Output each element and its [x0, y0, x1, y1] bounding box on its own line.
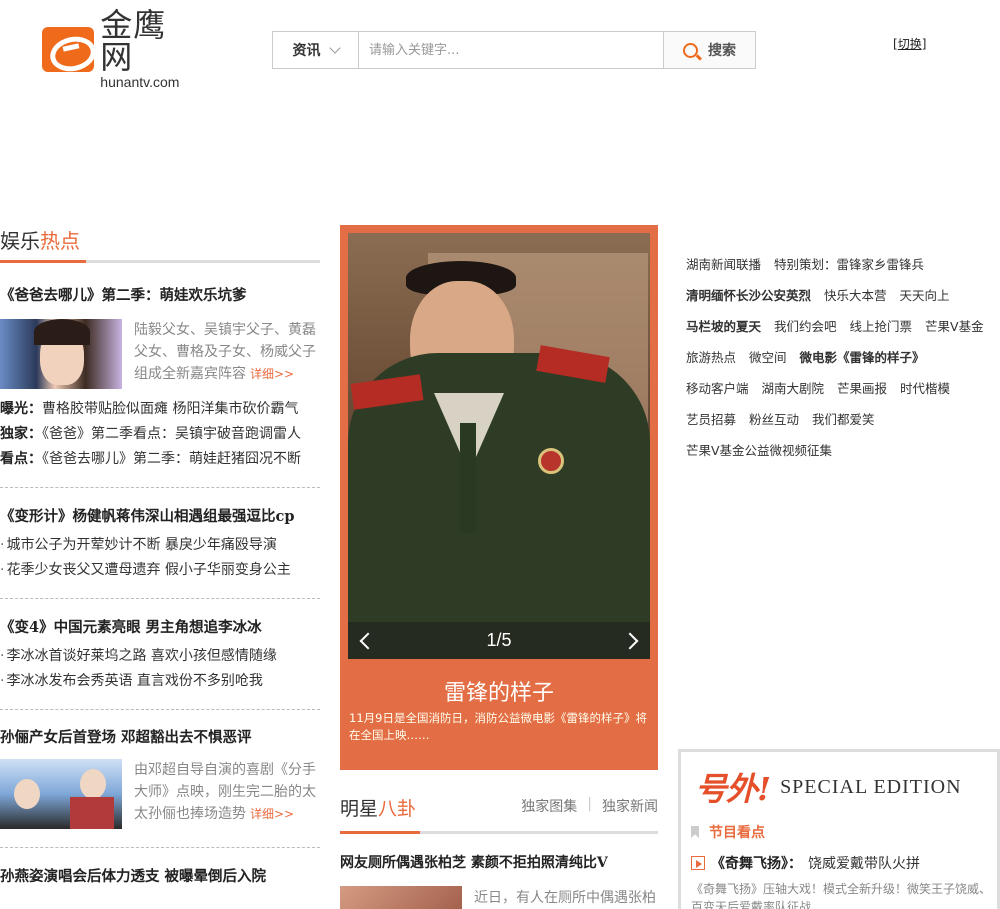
topic-link[interactable]: 我们约会吧 [774, 316, 837, 335]
tab-separator: | [587, 796, 592, 812]
list-item[interactable]: 曝光：曹格胶带贴脸似面瘫 杨阳洋集市砍价霸气 [0, 397, 320, 422]
topic-link[interactable]: 湖南新闻联播 [686, 254, 761, 273]
search-button[interactable]: 搜索 [663, 32, 755, 68]
tab-exclusive-gallery[interactable]: 独家图集 [521, 796, 577, 816]
news-thumbnail[interactable] [0, 319, 122, 389]
news-summary: 由邓超自导自演的喜剧《分手大师》点映，刚生完二胎的太太孙俪也捧场造势 详细>> [134, 762, 316, 822]
feature-title[interactable]: 雷锋的样子 [340, 675, 658, 707]
divider [0, 598, 320, 599]
chevron-down-icon [328, 42, 341, 54]
tab-exclusive-news[interactable]: 独家新闻 [602, 796, 658, 816]
topic-link[interactable]: 粉丝互动 [749, 409, 799, 428]
headline-link[interactable]: 孙燕姿演唱会后体力透支 被曝晕倒后入院 [0, 865, 320, 886]
topic-link[interactable]: 艺员招募 [686, 409, 736, 428]
bookmark-icon [691, 826, 699, 838]
news-thumbnail[interactable] [340, 886, 462, 909]
special-brand: 号外! [695, 770, 771, 808]
feature-carousel: 1/5 雷锋的样子 11月9日是全国消防日，消防公益微电影《雷锋的样子》将在全国… [340, 225, 658, 770]
topic-link[interactable]: 特别策划：雷锋家乡雷锋兵 [774, 254, 924, 273]
news-summary: 陆毅父女、吴镇宇父子、黄磊父女、曹格及子女、杨威父子组成全新嘉宾阵容 详细>> [134, 322, 316, 382]
chevron-left-icon[interactable] [359, 632, 377, 649]
divider [0, 487, 320, 488]
topic-link[interactable]: 线上抢门票 [850, 316, 913, 335]
slide-counter: 1/5 [486, 630, 512, 650]
logo-chinese: 金鹰网 [100, 6, 167, 76]
section-title-star-gossip: 明星八卦 [340, 798, 417, 820]
topic-tag-grid: 湖南新闻联播 特别策划：雷锋家乡雷锋兵 清明缅怀长沙公安英烈 快乐大本营 天天向上 马… [686, 248, 986, 465]
special-edition-panel: 号外! SPECIAL EDITION 节目看点 《奇舞飞扬》： 饶威爱戴带队火拼… [678, 749, 1000, 909]
news-summary: 近日，有人在厕所中偶遇张柏 [474, 890, 656, 906]
chevron-right-icon[interactable] [621, 632, 639, 649]
program-highlights-heading: 节目看点 [691, 822, 765, 842]
headline-link[interactable]: 《爸爸去哪儿》第二季：萌娃欢乐坑爹 [0, 284, 320, 305]
list-item[interactable]: 花季少女丧父又遭母遗弃 假小子华丽变身公主 [0, 558, 320, 583]
topic-link[interactable]: 时代楷模 [900, 378, 950, 397]
entertainment-hot-section: 娱乐热点 《爸爸去哪儿》第二季：萌娃欢乐坑爹 陆毅父女、吴镇宇父子、黄磊父女、曹… [0, 226, 320, 886]
play-icon [691, 856, 705, 870]
carousel-controls: 1/5 [348, 622, 650, 659]
topic-link[interactable]: 快乐大本营 [824, 285, 887, 304]
switch-link[interactable]: [切换] [893, 35, 926, 52]
feature-image[interactable]: 1/5 [348, 233, 650, 659]
search-input[interactable] [359, 32, 663, 68]
topic-link[interactable]: 芒果V基金 [925, 316, 984, 335]
topic-link[interactable]: 湖南大剧院 [762, 378, 825, 397]
star-gossip-header: 明星八卦 独家图集 | 独家新闻 [340, 786, 658, 834]
topic-link[interactable]: 天天向上 [900, 285, 950, 304]
logo-icon [42, 26, 95, 72]
headline-link[interactable]: 《变4》中国元素亮眼 男主角想追李冰冰 [0, 616, 320, 637]
topic-link[interactable]: 清明缅怀长沙公安英烈 [686, 285, 811, 304]
site-logo[interactable]: 金鹰网 hunantv.com [42, 9, 198, 89]
headline-link[interactable]: 《变形计》杨健帆蒋伟深山相遇组最强逗比cp [0, 505, 320, 526]
logo-domain: hunantv.com [100, 74, 180, 90]
topic-link[interactable]: 旅游热点 [686, 347, 736, 366]
search-icon [683, 42, 698, 58]
program-description: 《奇舞飞扬》压轴大戏！模式全新升级！微笑王子饶威、百变天后爱戴率队征战…… [691, 882, 992, 909]
search-bar: 资讯 搜索 [272, 31, 756, 69]
special-edition-header: 号外! SPECIAL EDITION [695, 764, 962, 810]
news-thumbnail[interactable] [0, 759, 122, 829]
topic-link[interactable]: 移动客户端 [686, 378, 749, 397]
list-item[interactable]: 李冰冰发布会秀英语 直言戏份不多别呛我 [0, 669, 320, 694]
special-edition-label: SPECIAL EDITION [780, 775, 962, 798]
detail-link[interactable]: 详细>> [250, 367, 294, 381]
topic-link[interactable]: 微空间 [749, 347, 787, 366]
topic-link[interactable]: 马栏坡的夏天 [686, 316, 761, 335]
headline-link[interactable]: 孙俪产女后首登场 邓超豁出去不惧恶评 [0, 726, 320, 747]
program-item[interactable]: 《奇舞飞扬》： 饶威爱戴带队火拼 [691, 853, 920, 873]
topic-link[interactable]: 芒果画报 [837, 378, 887, 397]
list-item[interactable]: 看点：《爸爸去哪儿》第二季：萌娃赶猪囧况不断 [0, 447, 320, 472]
detail-link[interactable]: 详细>> [250, 807, 294, 821]
list-item[interactable]: 城市公子为开荤妙计不断 暴戾少年痛殴导演 [0, 533, 320, 558]
divider [0, 709, 320, 710]
list-item[interactable]: 独家：《爸爸》第二季看点：吴镇宇破音跑调雷人 [0, 422, 320, 447]
topic-link[interactable]: 芒果V基金公益微视频征集 [686, 440, 832, 459]
section-title-entertainment: 娱乐热点 [0, 226, 320, 263]
search-category-select[interactable]: 资讯 [273, 32, 359, 68]
divider [0, 847, 320, 848]
headline-link[interactable]: 网友厕所偶遇张柏芝 素颜不拒拍照清纯比V [340, 852, 608, 872]
topic-link[interactable]: 微电影《雷锋的样子》 [800, 347, 925, 366]
list-item[interactable]: 李冰冰首谈好莱坞之路 喜欢小孩但感情随缘 [0, 644, 320, 669]
feature-description: 11月9日是全国消防日，消防公益微电影《雷锋的样子》将在全国上映…… [349, 711, 647, 742]
topic-link[interactable]: 我们都爱笑 [812, 409, 875, 428]
